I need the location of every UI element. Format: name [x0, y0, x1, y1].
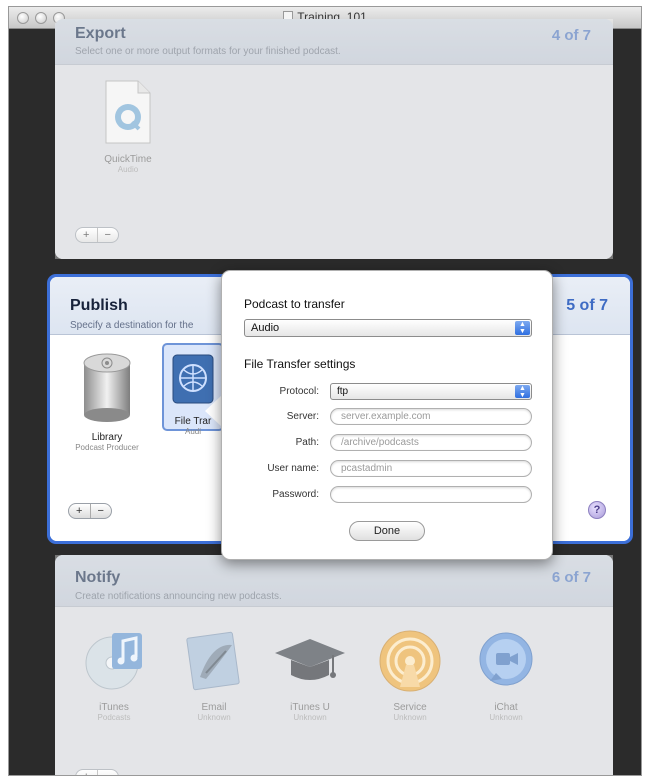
podcast-select[interactable]: Audio ▲ ▼: [244, 319, 532, 337]
help-button[interactable]: ?: [588, 501, 606, 519]
path-placeholder: /archive/podcasts: [341, 437, 419, 448]
podcast-select-value: Audio: [251, 322, 280, 334]
server-placeholder: server.example.com: [341, 411, 431, 422]
file-transfer-settings-heading: File Transfer settings: [244, 357, 356, 371]
library-icon: [83, 353, 131, 422]
publish-add-button[interactable]: +: [69, 504, 91, 518]
protocol-label: Protocol:: [279, 386, 319, 397]
done-button[interactable]: Done: [349, 521, 425, 541]
select-arrows-icon: ▲ ▼: [515, 321, 530, 335]
publish-add-remove-control: + −: [68, 503, 112, 519]
password-field[interactable]: [330, 486, 532, 503]
publish-panel-title: Publish: [70, 297, 128, 314]
username-field[interactable]: pcastadmin: [330, 460, 532, 477]
notify-panel-dim: [55, 555, 613, 775]
protocol-select[interactable]: ftp ▲ ▼: [330, 383, 532, 400]
server-label: Server:: [286, 411, 319, 422]
username-placeholder: pcastadmin: [341, 463, 393, 474]
publish-item-label: Library: [91, 432, 123, 443]
path-field[interactable]: /archive/podcasts: [330, 434, 532, 451]
username-label: User name:: [267, 463, 319, 474]
podcast-to-transfer-heading: Podcast to transfer: [244, 297, 345, 311]
file-transfer-popover: Podcast to transfer Audio ▲ ▼ File Transf…: [221, 270, 553, 560]
publish-panel-subtitle: Specify a destination for the: [70, 320, 194, 331]
select-arrows-icon: ▲ ▼: [515, 385, 530, 399]
publish-panel-step: 5 of 7: [566, 297, 608, 314]
path-label: Path:: [295, 437, 319, 448]
publish-item-library[interactable]: Library Podcast Producer: [62, 351, 152, 452]
popover-arrow: [205, 395, 222, 427]
server-field[interactable]: server.example.com: [330, 408, 532, 425]
publish-remove-button[interactable]: −: [91, 504, 112, 518]
publish-item-sublabel: Audi: [184, 427, 201, 436]
protocol-select-value: ftp: [337, 386, 349, 397]
publish-item-sublabel: Podcast Producer: [75, 443, 139, 452]
password-label: Password:: [272, 489, 319, 500]
export-panel-dim: [55, 19, 613, 259]
